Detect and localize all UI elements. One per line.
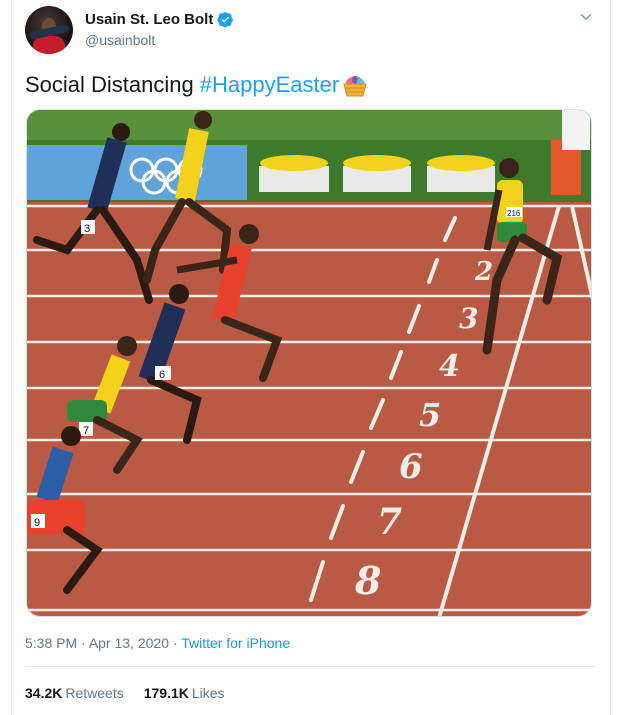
bib-number: 9	[34, 517, 40, 529]
user-handle[interactable]: @usainbolt	[85, 32, 155, 48]
likes-stat[interactable]: 179.1K Likes	[144, 685, 225, 701]
sprint-finish-image: 2 3 4 5 6 7 8 216 3 6 7 9	[27, 110, 591, 616]
verified-badge-icon	[217, 12, 234, 28]
lane-number: 3	[459, 302, 478, 335]
retweets-stat[interactable]: 34.2K Retweets	[25, 685, 124, 701]
tweet-source-link[interactable]: Twitter for iPhone	[181, 635, 290, 651]
meta-separator: ·	[168, 635, 182, 651]
likes-label: Likes	[191, 685, 225, 701]
lane-number: 5	[419, 396, 441, 434]
lane-number: 7	[377, 501, 402, 543]
retweets-count: 34.2K	[25, 685, 63, 701]
bib-number: 7	[83, 425, 89, 437]
tweet-photo[interactable]: 2 3 4 5 6 7 8 216 3 6 7 9	[26, 109, 592, 617]
bib-number: 216	[507, 209, 521, 218]
tweet-text: Social Distancing #HappyEaster	[25, 71, 369, 99]
user-name-row[interactable]: Usain St. Leo Bolt	[85, 11, 234, 28]
lane-number: 8	[354, 558, 381, 603]
lane-number: 4	[439, 349, 460, 384]
divider	[25, 666, 595, 667]
bib-number: 3	[84, 223, 90, 235]
lane-number: 6	[399, 447, 423, 487]
likes-count: 179.1K	[143, 685, 189, 701]
tweet-time[interactable]: 5:38 PM	[25, 635, 77, 651]
retweets-label: Retweets	[65, 685, 124, 701]
easter-basket-icon	[343, 76, 367, 97]
hashtag-link[interactable]: #HappyEaster	[200, 72, 339, 98]
meta-separator: ·	[77, 635, 89, 651]
lane-number: 2	[474, 257, 493, 287]
tweet-body: Social Distancing	[25, 72, 194, 97]
avatar[interactable]	[25, 6, 73, 54]
tweet-stats: 34.2K Retweets 179.1K Likes	[25, 685, 225, 701]
bib-number: 6	[159, 369, 165, 381]
chevron-down-icon[interactable]	[577, 8, 595, 26]
tweet-meta: 5:38 PM · Apr 13, 2020 · Twitter for iPh…	[25, 635, 290, 651]
display-name[interactable]: Usain St. Leo Bolt	[85, 11, 213, 28]
tweet-date[interactable]: Apr 13, 2020	[89, 635, 169, 651]
